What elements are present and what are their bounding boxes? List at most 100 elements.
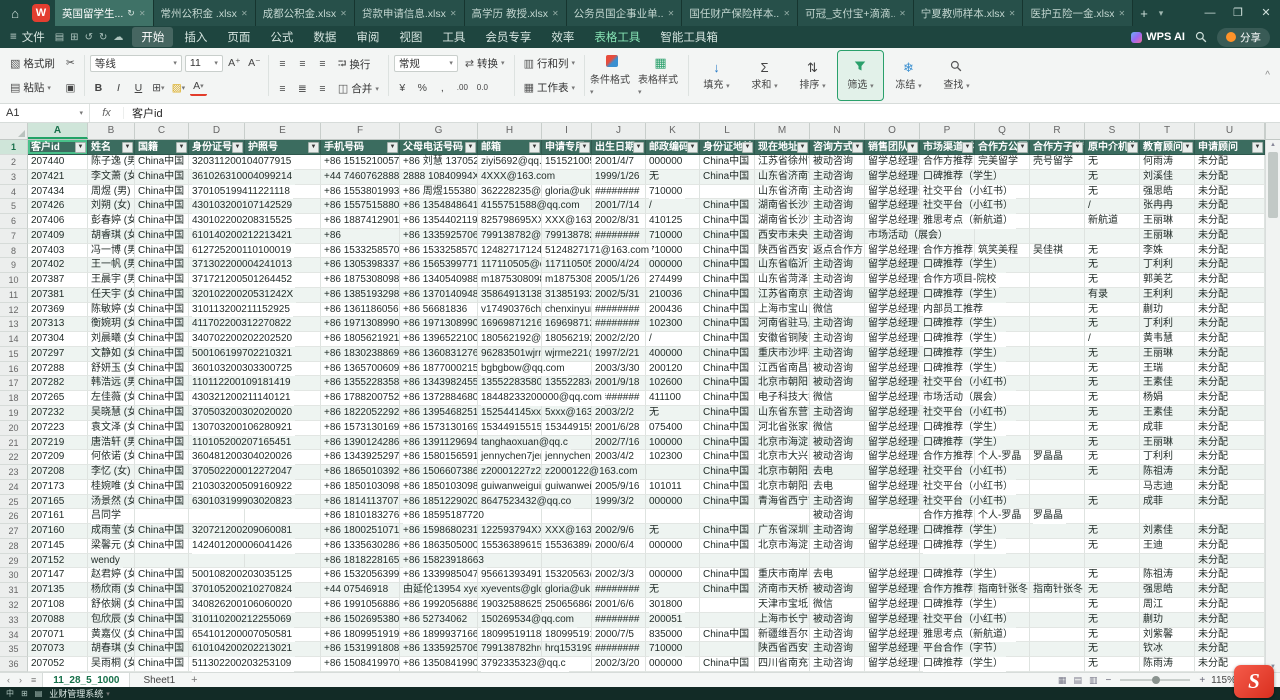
cell[interactable]: 117110505@qq.com (478, 258, 542, 273)
cell[interactable]: China中国 (135, 628, 189, 643)
floating-s-logo[interactable]: S (1234, 665, 1274, 698)
cell[interactable]: 主动咨询 (810, 347, 865, 362)
row-number[interactable]: 8 (0, 244, 28, 259)
filter-button[interactable]: ▼ (176, 142, 187, 153)
header-cell[interactable]: 姓名▼ (88, 140, 135, 155)
cell[interactable]: 口碑推荐（学生） (920, 347, 975, 362)
align-top-icon[interactable]: ≡ (274, 56, 291, 73)
normal-view-icon[interactable]: ▦ (1056, 675, 1069, 686)
sort-button[interactable]: ⇅ 排序 ▾ (790, 51, 835, 100)
filter-button[interactable]: ▼ (962, 142, 973, 153)
cell[interactable]: 黄韦慧 (1140, 332, 1195, 347)
cell[interactable]: 吴佳祺 (1030, 244, 1085, 259)
cell[interactable]: 000000 (646, 258, 700, 273)
row-number[interactable]: 12 (0, 303, 28, 318)
cell[interactable]: 15152100573@163.com (542, 155, 592, 170)
cell[interactable]: 370502200012272047 (189, 465, 245, 480)
tab-close-icon[interactable]: ✕ (450, 9, 457, 18)
cell[interactable]: 口碑推荐（学生） (920, 258, 975, 273)
cell[interactable]: 留学总经理一部 (865, 347, 920, 362)
cell[interactable]: China中国 (135, 273, 189, 288)
menu-item[interactable]: 工具 (433, 27, 474, 47)
cell[interactable]: 207073 (28, 642, 88, 657)
cell[interactable]: 左佳薇 (女 (88, 391, 135, 406)
sum-button[interactable]: Σ 求和 ▾ (742, 51, 787, 100)
cell[interactable] (1030, 391, 1085, 406)
cell[interactable]: China中国 (135, 406, 189, 421)
cell[interactable]: China中国 (700, 480, 755, 495)
file-tab[interactable]: 高学历 教授.xlsx✕ (465, 0, 567, 26)
cell[interactable]: China中国 (135, 421, 189, 436)
cell[interactable]: 无 (646, 406, 700, 421)
cell[interactable]: 山东省济南市 (755, 185, 810, 200)
cell[interactable]: +86 13544021198 (400, 214, 478, 229)
cell[interactable]: ######## (592, 303, 646, 318)
cell[interactable] (1030, 199, 1085, 214)
column-header-G[interactable]: G (400, 123, 478, 139)
cell[interactable]: 社交平台（小红书） (920, 199, 975, 214)
cell[interactable]: 371302200004241013 (189, 258, 245, 273)
menu-item[interactable]: 页面 (218, 27, 259, 47)
cell[interactable]: 去电 (810, 568, 865, 583)
cell[interactable]: China中国 (135, 376, 189, 391)
cell[interactable]: China中国 (135, 199, 189, 214)
cell[interactable]: +86 15319918082 (321, 642, 400, 657)
cell[interactable] (1030, 524, 1085, 539)
cell[interactable]: 274499 (646, 273, 700, 288)
cell[interactable]: 15320563@163.com (542, 568, 592, 583)
cell[interactable] (1030, 465, 1085, 480)
cell[interactable]: 广东省深圳市 (755, 524, 810, 539)
cell[interactable]: +86 18595187720 (400, 509, 478, 524)
cell[interactable]: 内部员工推荐 (920, 303, 975, 318)
cell[interactable] (478, 509, 542, 524)
rows-columns-button[interactable]: ▥行和列▾ (520, 55, 579, 72)
cell[interactable]: +86 13356302866 (321, 539, 400, 554)
cell[interactable]: 钦冰 (1140, 642, 1195, 657)
cell[interactable]: +86 13508419907 (400, 657, 478, 672)
cell[interactable]: 未分配 (1195, 229, 1265, 244)
cell[interactable]: 湖南省长沙市 (755, 199, 810, 214)
cell[interactable]: 主动咨询 (810, 199, 865, 214)
column-header-U[interactable]: U (1195, 123, 1265, 139)
cell[interactable]: 留学总经理一部 (865, 642, 920, 657)
cell[interactable]: +86 (321, 229, 400, 244)
cell[interactable]: +86 13954682511 (400, 406, 478, 421)
cell[interactable]: 口碑推荐（学生） (920, 598, 975, 613)
cell[interactable]: 赵君婷 (女 (88, 568, 135, 583)
cell[interactable]: 无 (646, 170, 700, 185)
cell[interactable]: 被动咨询 (810, 450, 865, 465)
cell[interactable]: 蒯玏 (1140, 613, 1195, 628)
cell[interactable]: 被动咨询 (810, 362, 865, 377)
cell[interactable]: 个人-罗晶 (975, 509, 1030, 524)
cell[interactable] (975, 229, 1030, 244)
cell[interactable]: 101011 (646, 480, 700, 495)
cell[interactable]: 吕同学 (88, 509, 135, 524)
cell[interactable]: +86 15653997710 (400, 258, 478, 273)
tab-list-button[interactable]: ▾ (1155, 8, 1168, 19)
cell[interactable]: 去电 (810, 480, 865, 495)
cell[interactable]: 刘溪佳 (1140, 170, 1195, 185)
cell[interactable] (1030, 436, 1085, 451)
column-header-E[interactable]: E (245, 123, 321, 139)
filter-button[interactable]: ▼ (122, 142, 133, 153)
cell[interactable]: +86 1971308990 16 (400, 317, 478, 332)
cell[interactable] (1030, 170, 1085, 185)
align-right-icon[interactable]: ≡ (314, 80, 331, 97)
cell[interactable]: 未分配 (1195, 539, 1265, 554)
cell[interactable]: 青海省西宁市 (755, 495, 810, 510)
row-number[interactable]: 31 (0, 583, 28, 598)
align-bottom-icon[interactable]: ≡ (314, 56, 331, 73)
cell[interactable]: 无 (1085, 155, 1140, 170)
cell[interactable]: 未分配 (1195, 288, 1265, 303)
cell[interactable]: 313851932@163.com (542, 288, 592, 303)
cell[interactable]: 207402 (28, 258, 88, 273)
cell[interactable]: +86 15332585700 1 (400, 244, 478, 259)
cell[interactable]: 2001/7/14 (592, 199, 646, 214)
cell[interactable]: 市场活动（展会） (920, 391, 975, 406)
cell[interactable]: China中国 (135, 583, 189, 598)
cell[interactable] (1140, 509, 1195, 524)
cell[interactable]: 周江 (1140, 598, 1195, 613)
row-number[interactable]: 1 (0, 140, 28, 155)
cell[interactable]: +86 1810183276 (321, 509, 400, 524)
cell[interactable]: 重庆市沙坪坝区 (755, 347, 810, 362)
